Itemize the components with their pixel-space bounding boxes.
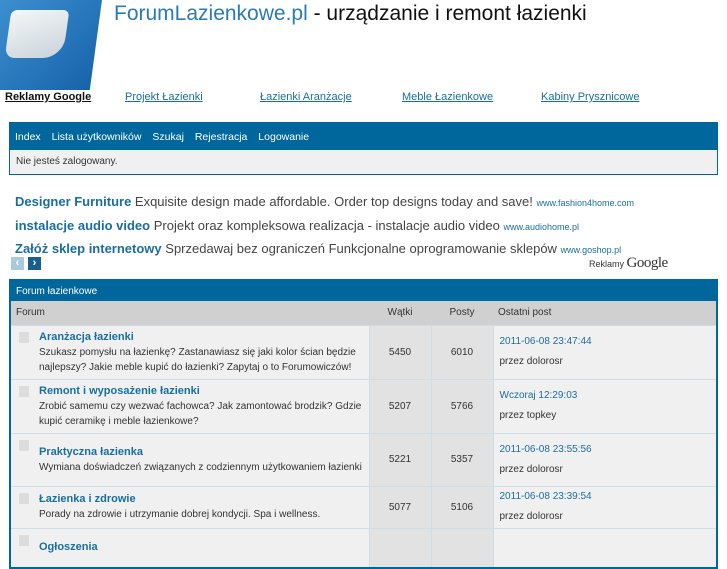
ad-item: Załóż sklep internetowy Sprzedawaj bez o…	[15, 241, 622, 256]
last-post-author: przez topkey	[499, 410, 557, 421]
site-link[interactable]: ForumLazienkowe.pl	[114, 2, 308, 25]
google-ads-link[interactable]: Reklamy Google	[5, 91, 91, 103]
link-aranzacje[interactable]: Łazienki Aranżacje	[260, 91, 352, 103]
forum-name[interactable]: Ogłoszenia	[39, 540, 363, 555]
sink-image	[4, 10, 70, 58]
last-post-author: przez dolorosr	[499, 463, 563, 475]
post-count: 6010	[430, 324, 494, 380]
col-posts: Posty	[431, 301, 493, 325]
nav-search[interactable]: Szukaj	[152, 131, 184, 143]
thread-count: 5221	[368, 432, 432, 487]
last-post-link[interactable]: 2011-06-08 23:55:56	[500, 444, 592, 455]
last-post-author: przez dolorosr	[499, 511, 563, 522]
forum-desc: Porady na zdrowie i utrzymanie dobrej ko…	[39, 509, 321, 520]
nav-register[interactable]: Rejestracja	[195, 131, 248, 143]
forum-row: Praktyczna łazienka Wymiana doświadczeń z…	[9, 432, 718, 487]
forum-status-icon	[19, 492, 29, 504]
ads-block: Designer Furniture Exquisite design made…	[15, 191, 634, 262]
forum-status-icon	[19, 534, 29, 546]
forum-name[interactable]: Łazienka i zdrowie	[39, 492, 363, 507]
last-post-link[interactable]: 2011-06-08 23:47:44	[500, 336, 592, 347]
ad-item: Designer Furniture Exquisite design made…	[15, 194, 635, 209]
post-count: 5766	[430, 378, 494, 434]
page-title: ForumLazienkowe.pl - urządzanie i remont…	[114, 2, 587, 25]
forum-name[interactable]: Praktyczna łazienka	[39, 445, 363, 460]
link-kabiny[interactable]: Kabiny Prysznicowe	[541, 91, 639, 103]
thread-count: 5077	[368, 485, 432, 529]
link-meble[interactable]: Meble Łazienkowe	[402, 91, 493, 103]
ad-title[interactable]: Załóż sklep internetowy	[15, 241, 162, 256]
forum-row: Aranżacja łazienki Szukasz pomysłu na łaz…	[9, 324, 718, 380]
nav-index[interactable]: Index	[15, 131, 41, 143]
prev-arrow-icon[interactable]: ‹	[11, 257, 24, 270]
ad-title[interactable]: instalacje audio video	[15, 218, 150, 233]
forum-name[interactable]: Aranżacja łazienki	[39, 330, 363, 345]
post-count: 5106	[430, 485, 494, 529]
thread-count	[368, 527, 432, 569]
main-nav: Index Lista użytkowników Szukaj Rejestra…	[9, 122, 718, 150]
forum-status-icon	[19, 439, 29, 451]
forum-row: Ogłoszenia	[9, 527, 718, 569]
next-arrow-icon[interactable]: ›	[28, 257, 41, 270]
ad-item: instalacje audio video Projekt oraz komp…	[15, 217, 579, 233]
forum-status-icon	[19, 385, 29, 397]
thread-count: 5207	[368, 378, 432, 434]
col-threads: Wątki	[369, 301, 431, 325]
link-projekt[interactable]: Projekt Łazienki	[125, 91, 203, 103]
thread-count: 5450	[368, 324, 432, 380]
login-status: Nie jesteś zalogowany.	[9, 150, 718, 175]
forum-status-icon	[19, 331, 29, 343]
post-count	[430, 527, 494, 569]
last-post-author: przez dolorosr	[499, 356, 563, 367]
forum-name[interactable]: Remont i wyposażenie łazienki	[39, 384, 363, 399]
post-count: 5357	[430, 432, 494, 487]
forum-desc: Szukasz pomysłu na łazienkę? Zastanawias…	[39, 346, 356, 373]
nav-users[interactable]: Lista użytkowników	[52, 131, 142, 143]
ad-title[interactable]: Designer Furniture	[15, 194, 131, 209]
col-last-post: Ostatni post	[493, 301, 717, 325]
forum-desc: Zrobić samemu czy wezwać fachowca? Jak z…	[39, 400, 362, 427]
col-forum: Forum	[10, 301, 369, 325]
forum-desc: Wymiana doświadczeń związanych z codzien…	[39, 461, 362, 473]
last-post-link[interactable]: Wczoraj 12:29:03	[500, 390, 578, 401]
site-logo[interactable]	[0, 0, 102, 90]
nav-login[interactable]: Logowanie	[258, 131, 309, 143]
forum-caption: Forum łazienkowe	[10, 280, 717, 301]
forum-row: Remont i wyposażenie łazienki Zrobić same…	[9, 378, 718, 434]
ads-by-google[interactable]: Reklamy Google	[589, 255, 668, 272]
last-post-link[interactable]: 2011-06-08 23:39:54	[500, 491, 592, 502]
forum-row: Łazienka i zdrowie Porady na zdrowie i ut…	[9, 485, 718, 529]
forum-table: Forum łazienkowe Forum Wątki Posty Ostat…	[9, 279, 718, 569]
